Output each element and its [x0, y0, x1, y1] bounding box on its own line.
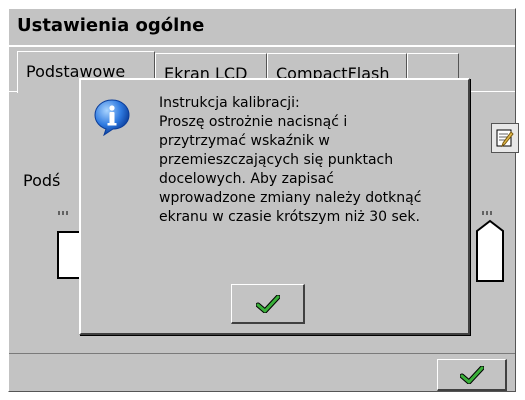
message-line: ekranu w czasie krótszym niż 30 sek. — [159, 209, 420, 225]
message-line: przemieszczających się punktach — [159, 152, 394, 168]
message-line: Instrukcja kalibracji: — [159, 95, 300, 111]
message-line: wprowadzone zmiany należy dotknąć — [159, 190, 422, 206]
slider-thumb-right[interactable] — [475, 219, 505, 283]
calibration-dialog: Instrukcja kalibracji: Proszę ostrożnie … — [79, 78, 470, 335]
brightness-label: Podś — [23, 171, 61, 190]
message-line: Proszę ostrożnie nacisnąć i — [159, 114, 348, 130]
title-bar: Ustawienia ogólne — [9, 9, 515, 46]
dialog-message: Instrukcja kalibracji: Proszę ostrożnie … — [159, 94, 459, 227]
dialog-ok-button[interactable] — [231, 284, 305, 324]
info-icon — [94, 99, 130, 136]
ok-button[interactable] — [437, 359, 507, 391]
title-divider — [9, 45, 515, 47]
edit-button[interactable] — [491, 123, 519, 153]
message-line: przytrzymać wskaźnik w — [159, 133, 330, 149]
window-title: Ustawienia ogólne — [17, 15, 205, 36]
message-line: docelowych. Aby zapisać — [159, 171, 334, 187]
notepad-icon — [496, 129, 514, 148]
checkmark-icon — [459, 365, 484, 384]
tick-marks-left — [57, 209, 77, 222]
checkmark-icon — [255, 294, 280, 313]
